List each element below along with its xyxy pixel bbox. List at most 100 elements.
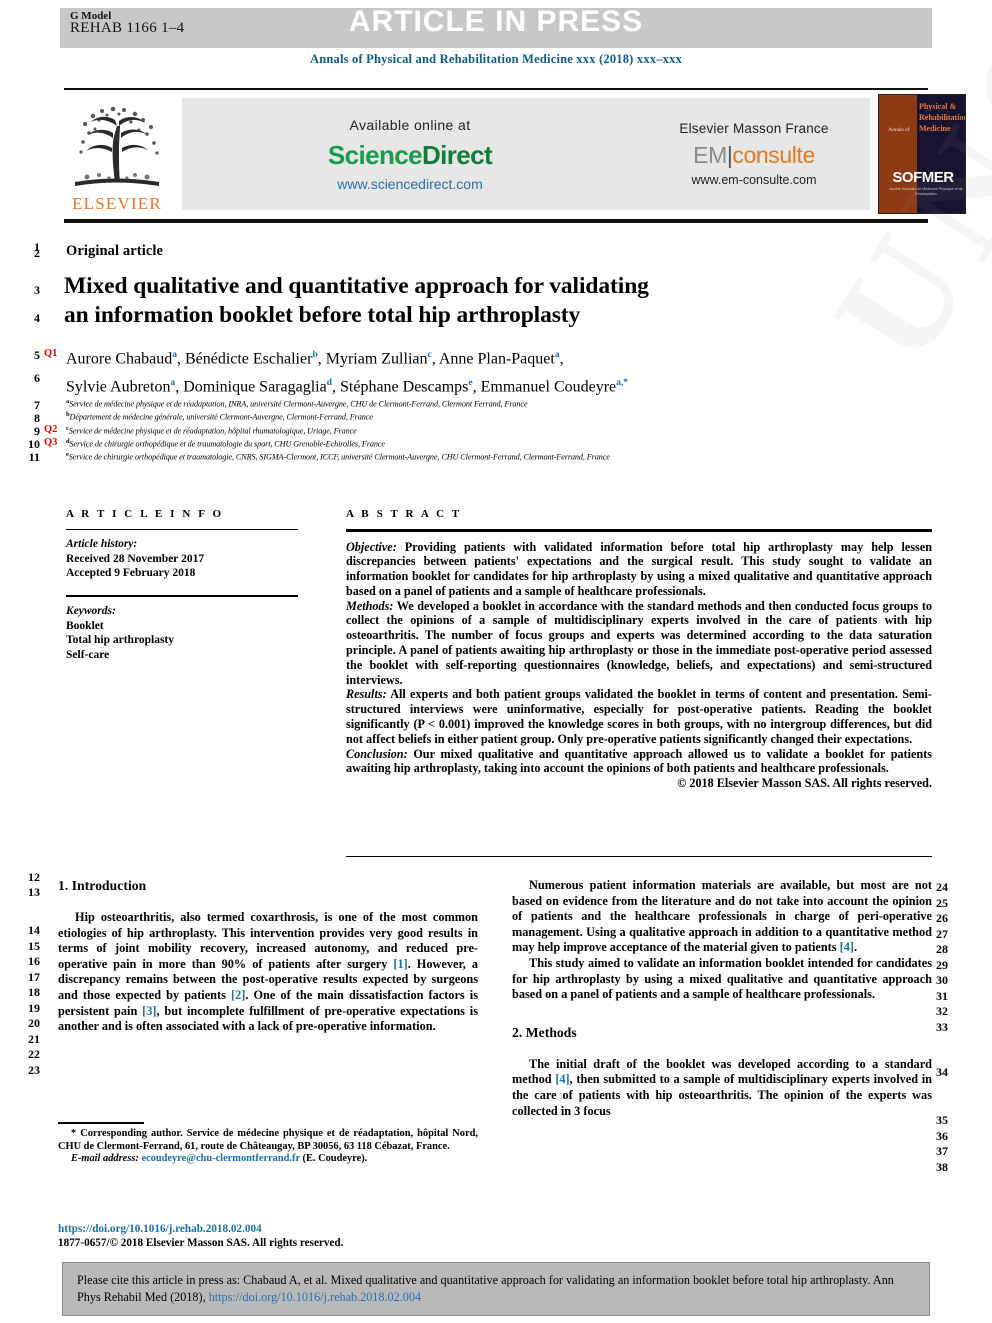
line-number: 19 [28, 1001, 40, 1015]
abstract-objective-label: Objective: [346, 539, 397, 554]
abstract-bottom-rule [346, 856, 932, 857]
sciencedirect-logo-direct: Direct [421, 139, 493, 170]
article-history-label: Article history: [66, 538, 138, 550]
corresponding-author-text: Corresponding author. Service de médecin… [58, 1128, 478, 1152]
email-label: E-mail address: [71, 1153, 139, 1165]
methods-paragraph-1: The initial draft of the booklet was dev… [512, 1057, 932, 1119]
citation-ref-4b[interactable]: [4] [555, 1072, 569, 1086]
journal-cover-title-l1: Physical & [919, 102, 957, 111]
doi-link[interactable]: https://doi.org/10.1016/j.rehab.2018.02.… [58, 1222, 478, 1236]
line-number: 34 [936, 1065, 948, 1079]
em-consulte-url-link[interactable]: www.em-consulte.com [691, 173, 816, 187]
line-number: 36 [936, 1129, 948, 1143]
sciencedirect-logo: ScienceDirect [327, 139, 493, 171]
intro-paragraph-1: Hip osteoarthritis, also termed coxarthr… [58, 910, 478, 1035]
elsevier-masson-france-label: Elsevier Masson France [679, 121, 829, 136]
article-type-label: Original article [66, 243, 164, 259]
abstract-conclusion: Conclusion: Our mixed qualitative and qu… [346, 747, 932, 777]
available-online-label: Available online at [349, 116, 471, 133]
line-number: 29 [936, 958, 948, 972]
body-column-right: Numerous patient information materials a… [512, 878, 932, 1119]
citation-ref-3[interactable]: [3] [142, 1004, 156, 1018]
affiliation-list: aService de médecine physique et de réad… [66, 397, 946, 464]
journal-cover-title-l3: Medicine [919, 124, 951, 133]
line-number: 23 [28, 1063, 40, 1077]
journal-cover-annals-label: Annals of [888, 127, 910, 133]
journal-cover-thumbnail: Annals of Physical & Rehabilitation Medi… [878, 94, 966, 214]
abstract-body: Objective: Providing patients with valid… [346, 540, 932, 792]
article-history-block: Article history: Received 28 November 20… [66, 537, 316, 581]
line-number: 22 [28, 1047, 40, 1061]
affiliation-item: dService de chirurgie orthopédique et de… [66, 437, 386, 449]
email-note: E-mail address: ecoudeyre@chu-clermontfe… [58, 1153, 478, 1166]
masthead-bottom-rule [64, 219, 928, 223]
line-number: 27 [936, 927, 948, 941]
affiliation-item: bDépartement de médecine générale, unive… [66, 411, 373, 423]
affiliation-item: eService de chirurgie orthopédique et tr… [66, 451, 610, 463]
em-logo-consulte: consulte [732, 142, 815, 168]
cite-doi-link[interactable]: https://doi.org/10.1016/j.rehab.2018.02.… [209, 1290, 421, 1304]
line-number: 17 [28, 970, 40, 984]
journal-cover-title: Physical & Rehabilitation Medicine [919, 101, 965, 134]
elsevier-tree-icon [75, 106, 159, 186]
query-tag-q2[interactable]: Q2 [44, 424, 57, 435]
issn-copyright-line: 1877-0657/© 2018 Elsevier Masson SAS. Al… [58, 1237, 344, 1249]
line-number: 26 [936, 911, 948, 925]
article-info-divider [66, 529, 298, 530]
abstract-copyright: © 2018 Elsevier Masson SAS. All rights r… [677, 776, 932, 791]
sciencedirect-url-link[interactable]: www.sciencedirect.com [337, 176, 483, 192]
line-number: 14 [28, 923, 40, 937]
abstract-results: Results: All experts and both patient gr… [346, 687, 932, 746]
methods-text-b: , then submitted to a sample of multidis… [512, 1072, 932, 1118]
line-number: 2 [34, 246, 40, 260]
abstract-objective: Objective: Providing patients with valid… [346, 540, 932, 599]
line-number: 24 [936, 880, 948, 894]
keyword-item: Total hip arthroplasty [66, 634, 174, 646]
query-tag-q3[interactable]: Q3 [44, 437, 57, 448]
masthead: ELSEVIER Available online at ScienceDire… [64, 92, 966, 218]
affiliation-text: Service de chirurgie orthopédique et de … [69, 439, 386, 449]
cite-text-body: Please cite this article in press as: Ch… [77, 1273, 894, 1304]
affiliation-item: aService de médecine physique et de réad… [66, 398, 528, 409]
line-number: 3 [34, 283, 40, 297]
abstract-conclusion-text: Our mixed qualitative and quantitative a… [346, 746, 932, 776]
abstract-results-text: All experts and both patient groups vali… [346, 687, 932, 746]
page-title-line1: Mixed qualitative and quantitative appro… [64, 273, 649, 299]
abstract-objective-text: Providing patients with validated inform… [346, 539, 932, 598]
line-number: 33 [936, 1020, 948, 1034]
line-number: 37 [936, 1144, 948, 1158]
line-number: 38 [936, 1160, 948, 1174]
line-number: 6 [34, 371, 40, 385]
line-number: 5 [34, 348, 40, 362]
line-number: 4 [34, 311, 40, 325]
abstract-divider [346, 529, 932, 532]
sofmer-logo: SOFMER [892, 169, 954, 186]
author-line-1: Aurore Chabauda, Bénédicte Eschalierb, M… [66, 350, 564, 368]
section-heading-methods: 2. Methods [512, 1024, 577, 1040]
query-tag-q1[interactable]: Q1 [44, 348, 57, 359]
email-owner: (E. Coudeyre). [299, 1153, 368, 1165]
article-info-heading: A R T I C L E I N F O [66, 508, 224, 520]
line-number: 11 [28, 450, 40, 464]
author-list: Aurore Chabauda, Bénédicte Eschalierb, M… [66, 343, 926, 400]
line-number: 13 [28, 885, 40, 899]
citation-ref-2[interactable]: [2] [231, 988, 245, 1002]
article-received-date: Received 28 November 2017 [66, 552, 205, 565]
sciencedirect-logo-science: Science [327, 139, 423, 170]
keywords-divider [66, 594, 298, 597]
right-paragraph-2: This study aimed to validate an informat… [512, 955, 932, 1002]
line-number: 31 [936, 989, 948, 1003]
abstract-section: A B S T R A C T Objective: Providing pat… [346, 508, 932, 791]
footnote-rule [58, 1122, 144, 1124]
em-logo-em: EM [693, 142, 727, 168]
keyword-item: Self-care [66, 648, 110, 661]
cite-text: Please cite this article in press as: Ch… [63, 1272, 929, 1306]
page-title-line2: an information booklet before total hip … [64, 302, 581, 328]
email-link[interactable]: ecoudeyre@chu-clermontferrand.fr [141, 1153, 299, 1164]
line-number: 32 [936, 1004, 948, 1018]
abstract-results-label: Results: [346, 687, 387, 702]
line-number: 35 [936, 1113, 948, 1127]
citation-ref-4[interactable]: [4] [840, 940, 854, 954]
citation-ref-1[interactable]: [1] [393, 957, 407, 971]
abstract-conclusion-label: Conclusion: [346, 746, 408, 761]
